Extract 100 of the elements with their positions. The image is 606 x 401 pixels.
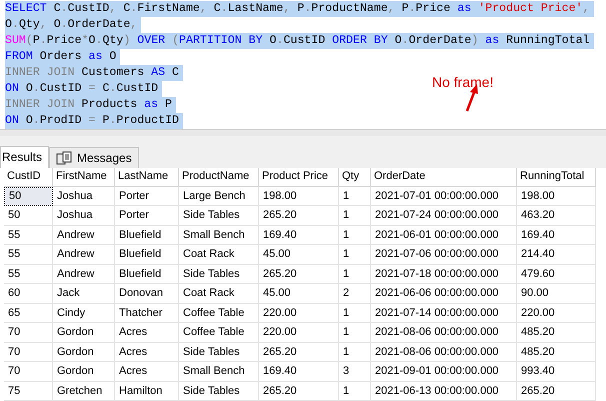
table-cell: 479.60	[517, 264, 596, 284]
table-cell: 1	[339, 186, 371, 206]
table-cell: 198.00	[517, 186, 596, 206]
table-cell: Side Tables	[179, 342, 259, 362]
table-cell: 2021-07-24 00:00:00.000	[371, 206, 517, 226]
table-cell: 50	[4, 206, 53, 226]
table-cell: Side Tables	[179, 264, 259, 284]
table-cell: 50	[4, 186, 53, 206]
table-cell: Donovan	[115, 284, 179, 304]
table-cell: Gordon	[53, 323, 115, 342]
annotation-text: No frame!	[432, 74, 494, 90]
table-cell: 2021-06-13 00:00:00.000	[371, 382, 517, 401]
table-cell: 2021-07-01 00:00:00.000	[371, 186, 517, 206]
table-cell: 1	[339, 323, 371, 342]
table-cell: 169.40	[517, 226, 596, 245]
table-cell: 265.20	[259, 342, 339, 362]
table-cell: Coat Rack	[179, 245, 259, 264]
table-cell: 198.00	[259, 186, 339, 206]
table-cell: 2021-07-14 00:00:00.000	[371, 304, 517, 323]
table-cell: 265.20	[259, 382, 339, 401]
table-cell: 265.20	[259, 206, 339, 226]
result-tab[interactable]: Results	[0, 146, 50, 168]
table-cell: Bluefield	[115, 226, 179, 245]
table-cell: 2021-07-18 00:00:00.000	[371, 264, 517, 284]
table-cell: Andrew	[53, 226, 115, 245]
table-cell: 45.00	[259, 284, 339, 304]
result-tab[interactable]: Messages	[49, 146, 139, 168]
table-cell: 3	[339, 362, 371, 382]
table-cell: Andrew	[53, 245, 115, 264]
table-cell: Side Tables	[179, 382, 259, 401]
table-cell: 90.00	[517, 284, 596, 304]
table-cell: Acres	[115, 362, 179, 382]
table-cell: 220.00	[517, 304, 596, 323]
table-cell: Small Bench	[179, 362, 259, 382]
table-cell: 55	[4, 264, 53, 284]
table-cell: Coffee Table	[179, 304, 259, 323]
table-cell: Bluefield	[115, 264, 179, 284]
table-cell: 70	[4, 342, 53, 362]
table-cell: Side Tables	[179, 206, 259, 226]
table-cell: Large Bench	[179, 186, 259, 206]
table-cell: 2021-08-06 00:00:00.000	[371, 323, 517, 342]
table-cell: 70	[4, 323, 53, 342]
table-cell: 220.00	[259, 304, 339, 323]
table-cell: Jack	[53, 284, 115, 304]
table-cell: 1	[339, 206, 371, 226]
table-cell: 265.20	[259, 264, 339, 284]
table-cell: Cindy	[53, 304, 115, 323]
horizontal-scrollbar[interactable]	[0, 129, 606, 136]
table-cell: 2021-08-06 00:00:00.000	[371, 342, 517, 362]
table-cell: 463.20	[517, 206, 596, 226]
table-cell: 169.40	[259, 226, 339, 245]
table-cell: 485.20	[517, 323, 596, 342]
table-cell: 60	[4, 284, 53, 304]
table-cell: Gretchen	[53, 382, 115, 401]
table-cell: 2021-07-06 00:00:00.000	[371, 245, 517, 264]
table-cell: 993.40	[517, 362, 596, 382]
table-cell: 169.40	[259, 362, 339, 382]
table-cell: Gordon	[53, 342, 115, 362]
table-cell: Gordon	[53, 362, 115, 382]
table-cell: 75	[4, 382, 53, 401]
table-cell: Thatcher	[115, 304, 179, 323]
table-cell: Acres	[115, 342, 179, 362]
messages-icon	[56, 150, 72, 164]
table-cell: Porter	[115, 186, 179, 206]
table-cell: Coat Rack	[179, 284, 259, 304]
table-cell: 2021-09-01 00:00:00.000	[371, 362, 517, 382]
column-header[interactable]: FirstName	[53, 168, 115, 186]
column-header[interactable]: OrderDate	[371, 168, 517, 186]
column-header[interactable]: Qty	[339, 168, 371, 186]
table-cell: 1	[339, 245, 371, 264]
table-cell: 55	[4, 245, 53, 264]
table-cell: Andrew	[53, 264, 115, 284]
table-cell: 214.40	[517, 245, 596, 264]
table-cell: 65	[4, 304, 53, 323]
table-cell: 55	[4, 226, 53, 245]
column-header[interactable]: LastName	[115, 168, 179, 186]
table-cell: Joshua	[53, 206, 115, 226]
table-cell: 2	[339, 284, 371, 304]
table-cell: Coffee Table	[179, 323, 259, 342]
splitter-bar[interactable]	[0, 136, 606, 146]
column-header[interactable]: CustID	[4, 168, 53, 186]
table-cell: 45.00	[259, 245, 339, 264]
column-header[interactable]: ProductName	[179, 168, 259, 186]
table-cell: 1	[339, 342, 371, 362]
table-cell: Acres	[115, 323, 179, 342]
table-cell: 265.20	[517, 382, 596, 401]
table-cell: 1	[339, 382, 371, 401]
table-cell: 2021-06-06 00:00:00.000	[371, 284, 517, 304]
table-cell: Hamilton	[115, 382, 179, 401]
table-cell: 220.00	[259, 323, 339, 342]
table-cell: 1	[339, 304, 371, 323]
column-header[interactable]: RunningTotal	[517, 168, 596, 186]
table-cell: Joshua	[53, 186, 115, 206]
table-cell: Small Bench	[179, 226, 259, 245]
table-cell: 2021-06-01 00:00:00.000	[371, 226, 517, 245]
table-cell: 485.20	[517, 342, 596, 362]
column-header[interactable]: Product Price	[259, 168, 339, 186]
table-cell: 1	[339, 226, 371, 245]
table-cell: Porter	[115, 206, 179, 226]
table-cell: 70	[4, 362, 53, 382]
